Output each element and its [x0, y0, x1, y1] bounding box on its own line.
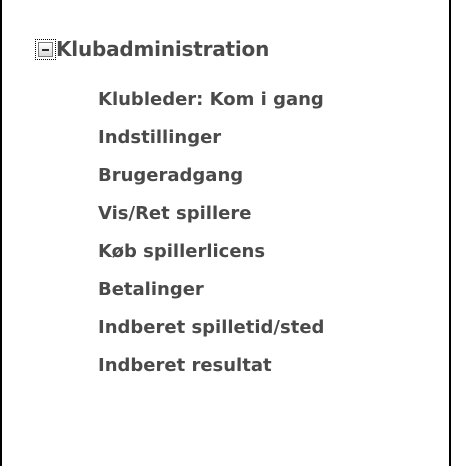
menu-link-indberet-resultat[interactable]: Indberet resultat — [98, 352, 324, 390]
menu-link-indstillinger[interactable]: Indstillinger — [98, 124, 324, 162]
menu-link-indberet-spilletid-sted[interactable]: Indberet spilletid/sted — [98, 314, 324, 352]
tree-children: Klubleder: Kom i gang Indstillinger Brug… — [98, 86, 324, 390]
menu-link-koeb-spillerlicens[interactable]: Køb spillerlicens — [98, 238, 324, 276]
menu-link-brugeradgang[interactable]: Brugeradgang — [98, 162, 324, 200]
minus-box-icon[interactable] — [35, 38, 56, 60]
tree-panel: Klubadministration Klubleder: Kom i gang… — [0, 0, 451, 466]
tree-node-klubadministration[interactable]: Klubadministration — [35, 34, 269, 64]
menu-link-vis-ret-spillere[interactable]: Vis/Ret spillere — [98, 200, 324, 238]
tree-node-label[interactable]: Klubadministration — [56, 37, 269, 61]
menu-link-betalinger[interactable]: Betalinger — [98, 276, 324, 314]
menu-link-klubleder-kom-i-gang[interactable]: Klubleder: Kom i gang — [98, 86, 324, 124]
